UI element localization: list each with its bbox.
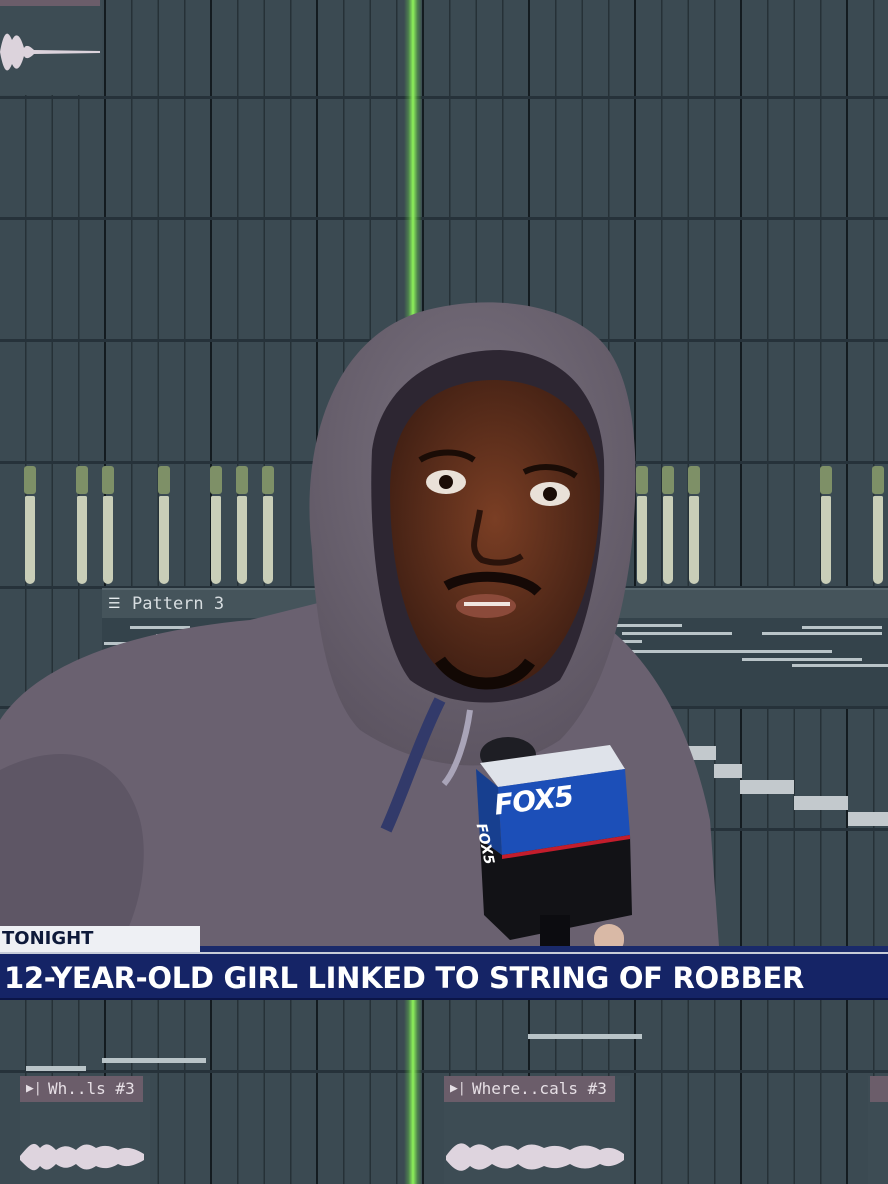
- waveform-icon: [446, 1143, 624, 1171]
- pattern-block[interactable]: [872, 466, 884, 584]
- note: [792, 664, 888, 667]
- automation-step: [740, 780, 794, 794]
- note: [762, 632, 882, 635]
- audio-clip-label: Wh..ls #3: [48, 1079, 135, 1098]
- track-separator: [0, 1070, 888, 1073]
- waveform-icon: [0, 33, 100, 71]
- audio-clip-header[interactable]: ▶| Where..cals #3: [444, 1076, 615, 1102]
- note: [742, 658, 862, 661]
- audio-clip-header: [870, 1076, 888, 1102]
- audio-clip-label: Where..cals #3: [472, 1079, 607, 1098]
- track-separator: [0, 217, 888, 220]
- audio-clip-top[interactable]: [0, 0, 102, 95]
- automation-step: [848, 812, 888, 826]
- note: [102, 1058, 206, 1063]
- pattern-block[interactable]: [820, 466, 832, 584]
- waveform-icon: [20, 1143, 144, 1171]
- note: [528, 1034, 642, 1039]
- audio-clip[interactable]: ▶| Where..cals #3: [444, 1076, 630, 1184]
- automation-step: [794, 796, 848, 810]
- news-tag: TONIGHT: [0, 926, 200, 952]
- fox5-microphone: [476, 737, 632, 950]
- audio-clip[interactable]: ▶| Wh..ls #3: [20, 1076, 150, 1184]
- note: [26, 1066, 86, 1071]
- note: [802, 626, 882, 629]
- audio-clip-edge[interactable]: [868, 1076, 888, 1184]
- audio-clip-header[interactable]: ▶| Wh..ls #3: [20, 1076, 143, 1102]
- track-separator: [0, 96, 888, 99]
- playlist-canvas[interactable]: ☰ Pattern 3 ▶| Wh..ls #3 ▶| Where..cals …: [0, 0, 888, 1184]
- audio-clip-arrow-icon: ▶|: [26, 1081, 42, 1096]
- news-headline: 12-YEAR-OLD GIRL LINKED TO STRING OF ROB…: [0, 952, 888, 1000]
- audio-clip-arrow-icon: ▶|: [450, 1081, 466, 1096]
